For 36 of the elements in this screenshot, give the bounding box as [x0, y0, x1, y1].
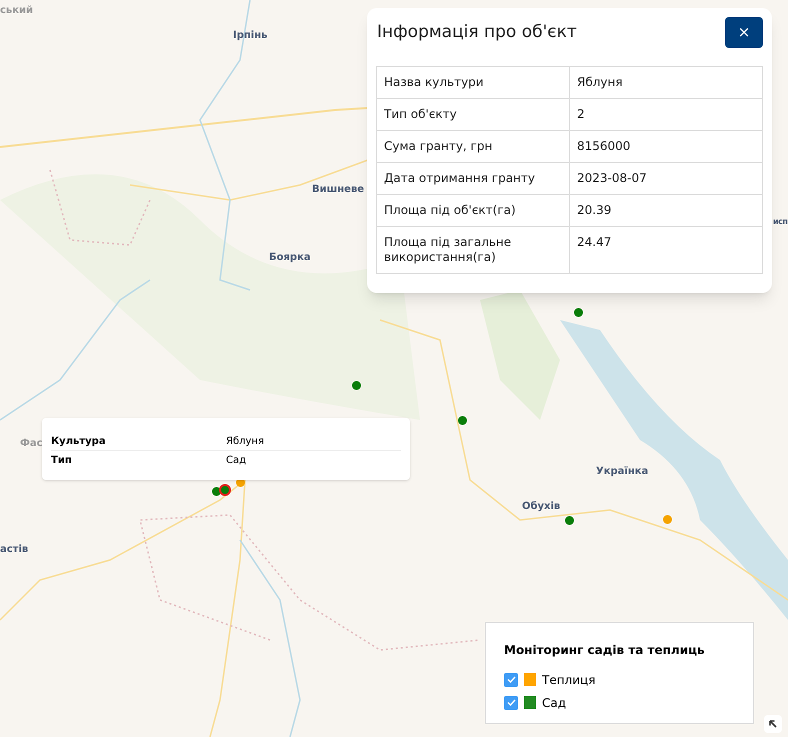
table-cell: Назва культури: [376, 66, 570, 98]
table-cell: Тип об'єкту: [376, 98, 570, 130]
legend-label: Теплиця: [542, 672, 596, 688]
place-label: исп: [773, 216, 788, 228]
table-cell: Дата отримання гранту: [376, 162, 570, 194]
tooltip-value: Сад: [226, 454, 246, 468]
expand-button[interactable]: [764, 715, 782, 733]
tooltip-label: Культура: [51, 434, 107, 448]
popup-title: Інформація про об'єкт: [377, 20, 577, 44]
place-label: Боярка: [269, 251, 311, 265]
legend-checkbox[interactable]: [504, 696, 518, 710]
place-label: Вишневе: [312, 183, 364, 197]
place-label: Ірпінь: [233, 29, 268, 43]
place-label: Українка: [596, 465, 648, 479]
legend-label: Сад: [542, 694, 566, 712]
table-cell: 2023-08-07: [570, 162, 762, 194]
table-cell: Сума гранту, грн: [376, 130, 570, 162]
close-button[interactable]: ×: [725, 17, 763, 48]
legend-title: Моніторинг садів та теплиць: [504, 642, 706, 659]
arrow-icon: [768, 719, 778, 729]
place-label: Обухів: [522, 500, 560, 514]
table-cell: Яблуня: [570, 66, 762, 98]
table-cell: 2: [570, 98, 762, 130]
place-label: астів: [0, 543, 28, 557]
tooltip-label: Тип: [51, 454, 73, 468]
table-cell: Площа під загальне використання(га): [376, 226, 570, 274]
place-label: Фас: [20, 437, 43, 451]
place-label: ський: [0, 4, 34, 18]
table-cell: 24.47: [570, 226, 762, 274]
table-cell: Площа під об'єкт(га): [376, 194, 570, 226]
check-icon: [506, 699, 516, 706]
table-cell: 8156000: [570, 130, 762, 162]
check-icon: [506, 676, 516, 683]
legend-checkbox[interactable]: [504, 672, 518, 686]
table-cell: 20.39: [570, 194, 762, 226]
tooltip-value: Яблуня: [226, 434, 264, 448]
